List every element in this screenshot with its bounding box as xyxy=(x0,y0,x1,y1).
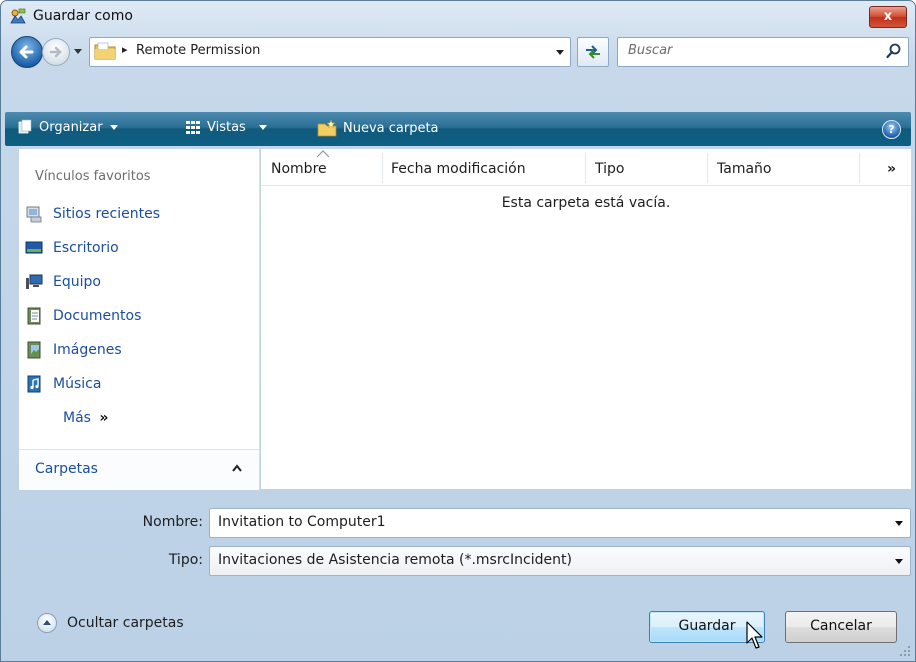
sidebar-item-desktop[interactable]: Escritorio xyxy=(25,237,119,259)
new-folder-label: Nueva carpeta xyxy=(343,120,439,136)
pictures-icon xyxy=(27,341,41,359)
chevron-down-icon[interactable] xyxy=(894,518,904,528)
recent-pages-dropdown-icon[interactable] xyxy=(72,45,84,57)
column-divider[interactable] xyxy=(707,153,708,183)
address-bar[interactable]: ▸ Remote Permission xyxy=(89,37,571,67)
organize-menu[interactable]: Organizar xyxy=(17,119,119,135)
arrow-right-icon xyxy=(49,46,62,58)
views-label: Vistas xyxy=(207,119,246,135)
file-list: Nombre Fecha modificación Tipo Tamaño » … xyxy=(261,149,911,489)
double-chevron-icon: » xyxy=(99,410,109,426)
file-type-select[interactable]: Invitaciones de Asistencia remota (*.msr… xyxy=(209,546,911,576)
organize-label: Organizar xyxy=(39,119,103,135)
sidebar-item-label: Documentos xyxy=(53,308,142,324)
empty-folder-message: Esta carpeta está vacía. xyxy=(501,195,671,211)
navigation-pane: Vínculos favoritos Sitios recientes Escr… xyxy=(19,149,260,490)
chevron-down-icon xyxy=(109,125,118,130)
sidebar-item-documents[interactable]: Documentos xyxy=(25,305,141,327)
folder-icon xyxy=(94,42,116,60)
more-columns-icon[interactable]: » xyxy=(887,161,896,177)
column-header-date-modified[interactable]: Fecha modificación xyxy=(391,161,526,177)
sidebar-item-label: Equipo xyxy=(53,274,101,290)
refresh-icon xyxy=(586,45,600,59)
file-type-label: Tipo: xyxy=(168,552,203,568)
remote-assistance-icon xyxy=(10,8,26,24)
favorite-links-header: Vínculos favoritos xyxy=(35,169,151,184)
close-icon: x xyxy=(883,9,893,24)
mouse-pointer-icon xyxy=(746,621,763,649)
sidebar-item-music[interactable]: Música xyxy=(25,373,101,395)
navigation-bar: ▸ Remote Permission Buscar xyxy=(1,33,915,71)
search-input[interactable]: Buscar xyxy=(628,43,672,58)
new-folder-button[interactable]: Nueva carpeta xyxy=(317,119,439,137)
recent-places-icon xyxy=(26,206,42,223)
hide-folders-label: Ocultar carpetas xyxy=(67,615,184,631)
title-bar: Guardar como x xyxy=(1,1,915,33)
arrow-left-icon xyxy=(19,45,34,59)
column-headers: Nombre Fecha modificación Tipo Tamaño » xyxy=(261,149,911,186)
folders-label: Carpetas xyxy=(35,461,98,477)
views-menu[interactable]: Vistas xyxy=(185,119,268,135)
search-box[interactable]: Buscar xyxy=(617,37,909,67)
sidebar-item-label: Imágenes xyxy=(53,342,122,358)
sidebar-item-recent-places[interactable]: Sitios recientes xyxy=(25,203,160,225)
search-icon[interactable] xyxy=(886,43,902,59)
file-name-field[interactable]: Invitation to Computer1 xyxy=(209,508,911,538)
close-button[interactable]: x xyxy=(869,6,907,28)
sidebar-item-label: Sitios recientes xyxy=(53,206,160,222)
chevron-up-circle-icon xyxy=(37,613,57,633)
computer-icon xyxy=(26,274,43,289)
documents-icon xyxy=(27,307,41,325)
column-divider[interactable] xyxy=(585,153,586,183)
file-type-value: Invitaciones de Asistencia remota (*.msr… xyxy=(218,552,572,568)
more-label: Más xyxy=(63,410,91,426)
back-button[interactable] xyxy=(11,36,43,68)
desktop-icon xyxy=(25,241,43,254)
sort-ascending-icon xyxy=(316,150,330,158)
sidebar-item-pictures[interactable]: Imágenes xyxy=(25,339,122,361)
refresh-button[interactable] xyxy=(577,37,609,67)
column-header-name[interactable]: Nombre xyxy=(271,161,327,177)
more-links[interactable]: Más » xyxy=(63,410,108,426)
organize-icon xyxy=(18,119,32,134)
hide-folders-toggle[interactable]: Ocultar carpetas xyxy=(37,613,184,633)
sidebar-item-label: Música xyxy=(53,376,102,392)
save-as-dialog: Guardar como x ▸ Remote Permission Busca… xyxy=(0,0,916,662)
file-name-input[interactable]: Invitation to Computer1 xyxy=(218,514,386,530)
chevron-down-icon xyxy=(258,125,267,130)
folders-toggle[interactable]: Carpetas xyxy=(19,449,259,490)
file-name-label: Nombre: xyxy=(142,514,203,530)
cancel-button[interactable]: Cancelar xyxy=(785,611,897,643)
breadcrumb-separator-icon: ▸ xyxy=(122,43,128,56)
column-header-type[interactable]: Tipo xyxy=(595,161,624,177)
breadcrumb-current[interactable]: Remote Permission xyxy=(136,43,260,58)
chevron-down-icon[interactable] xyxy=(894,556,904,566)
column-divider[interactable] xyxy=(382,153,383,183)
views-grid-icon xyxy=(186,121,200,134)
column-divider[interactable] xyxy=(859,153,860,183)
resize-grip-icon[interactable] xyxy=(899,645,911,657)
sidebar-item-computer[interactable]: Equipo xyxy=(25,271,101,293)
address-dropdown-icon[interactable] xyxy=(554,46,566,58)
chevron-up-icon xyxy=(232,464,242,472)
forward-button[interactable] xyxy=(42,38,70,66)
sidebar-item-label: Escritorio xyxy=(53,240,119,256)
music-icon xyxy=(27,375,41,393)
new-folder-icon xyxy=(317,119,337,137)
column-header-size[interactable]: Tamaño xyxy=(717,161,771,177)
command-bar: Organizar Vistas Nueva carpeta ? xyxy=(5,112,911,146)
help-icon[interactable]: ? xyxy=(882,120,901,139)
dialog-title: Guardar como xyxy=(33,8,133,24)
